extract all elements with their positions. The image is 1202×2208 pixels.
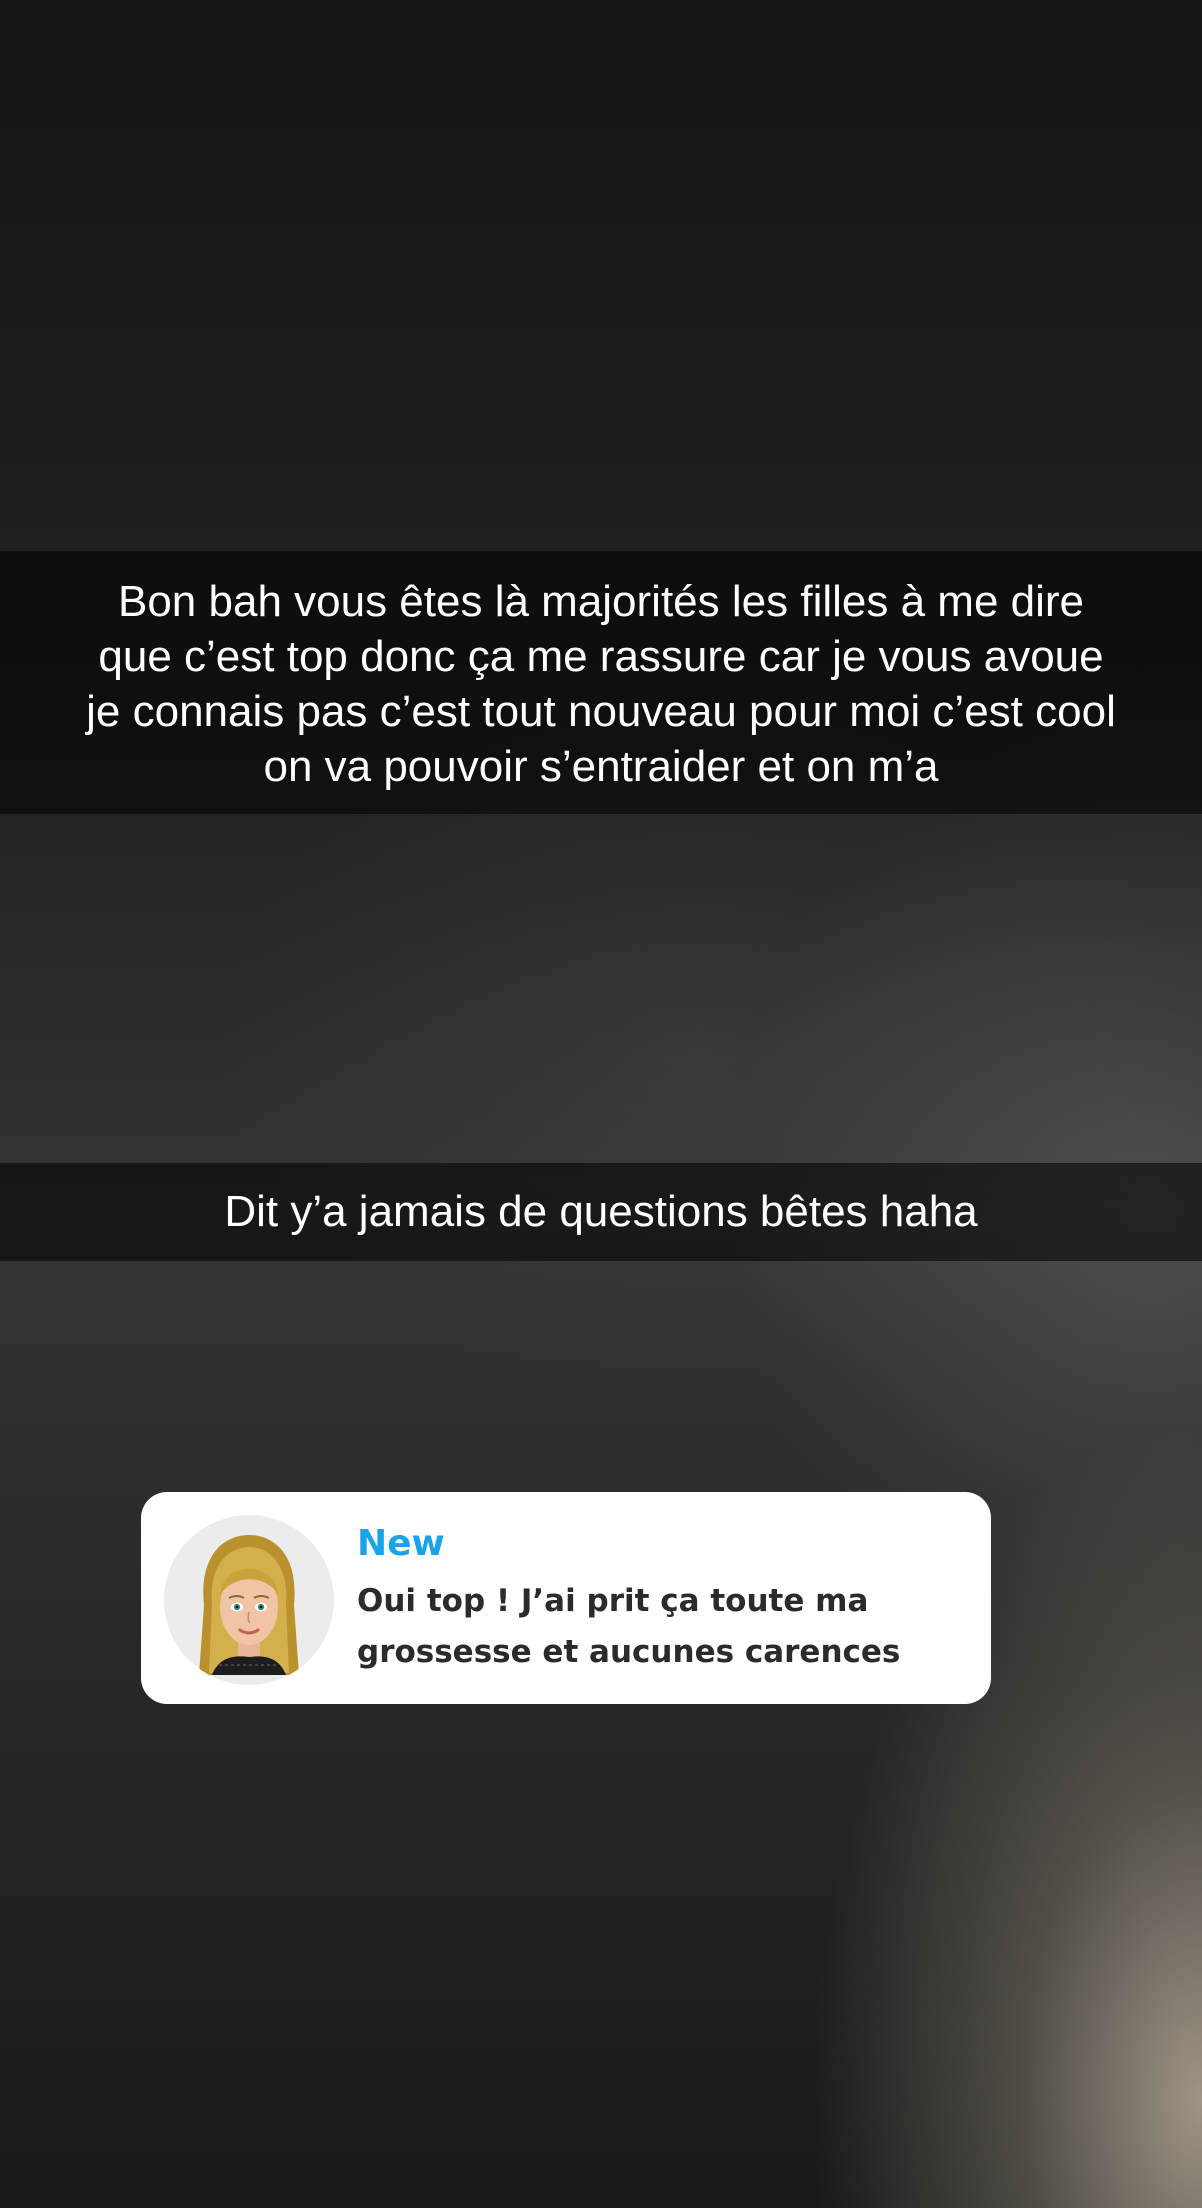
- camera-background: [0, 0, 1202, 2208]
- bitmoji-avatar-icon: [164, 1515, 334, 1685]
- notification-message: Oui top ! J’ai prit ça toute ma grossess…: [357, 1576, 967, 1678]
- caption-line: je connais pas c’est tout nouveau pour m…: [86, 687, 1116, 736]
- caption-line: que c’est top donc ça me rassure car je …: [98, 632, 1104, 681]
- caption-line: Bon bah vous êtes là majorités les fille…: [117, 577, 1085, 626]
- caption-line: on va pouvoir s’entraider et on m’a: [263, 742, 939, 791]
- caption-text-1: Bon bah vous êtes là majorités les fille…: [0, 551, 1202, 814]
- caption-text-2: Dit y’a jamais de questions bêtes haha: [0, 1163, 1202, 1261]
- notification-message-line: Oui top ! J’ai prit ça toute ma: [357, 1583, 869, 1619]
- notification-card[interactable]: New Oui top ! J’ai prit ça toute ma gros…: [141, 1492, 991, 1704]
- notification-title: New: [357, 1523, 445, 1564]
- notification-message-line: grossesse et aucunes carences: [357, 1634, 901, 1670]
- caption-line: Dit y’a jamais de questions bêtes haha: [224, 1187, 978, 1236]
